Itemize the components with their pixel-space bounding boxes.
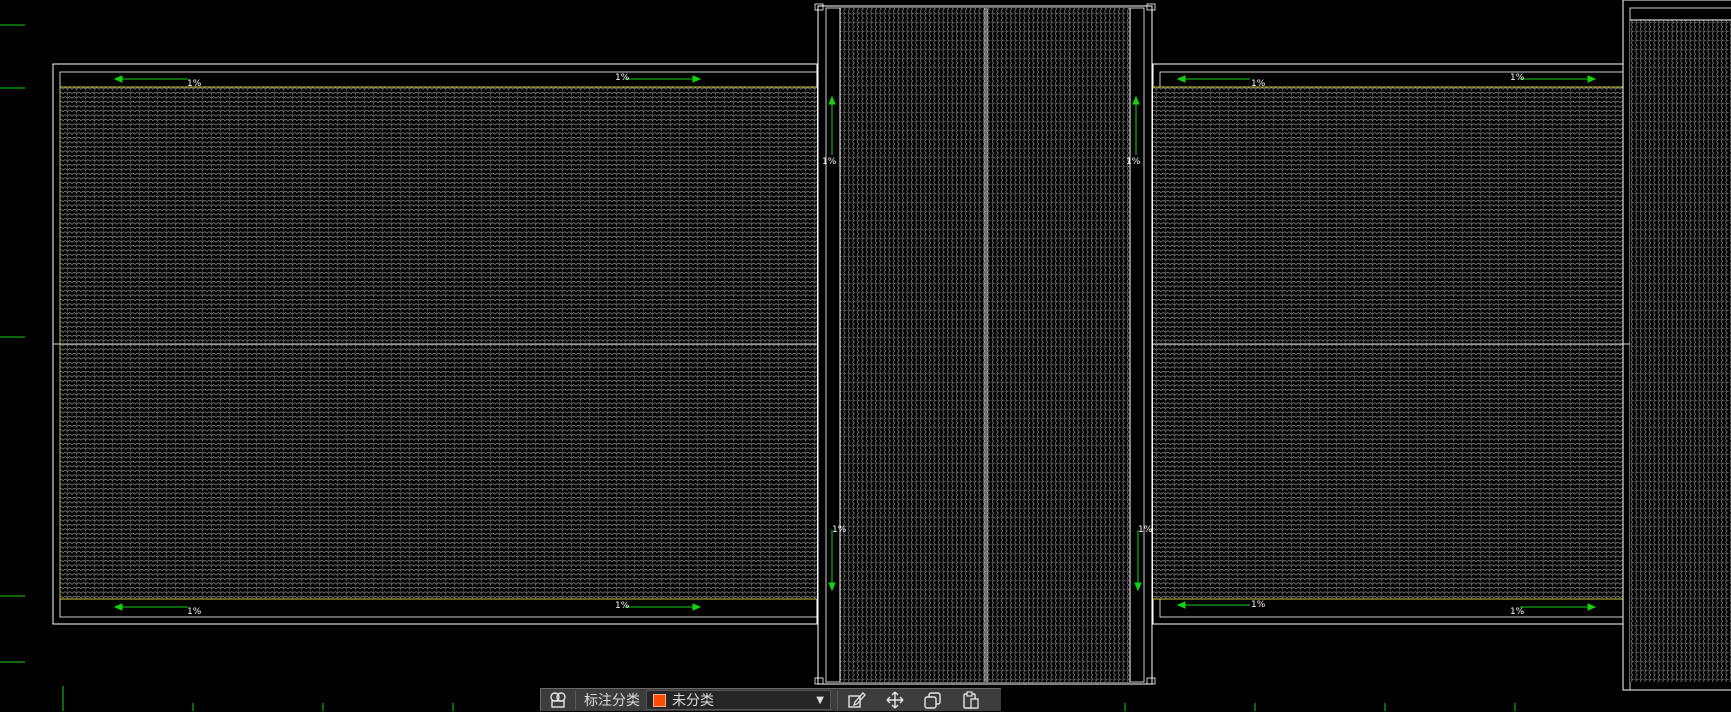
left-ruler-ticks: [0, 24, 25, 663]
category-value: 未分类: [672, 693, 714, 709]
edit-icon: [848, 692, 866, 708]
paste-icon: [963, 691, 979, 709]
paste-button[interactable]: [952, 689, 990, 712]
slope-label: 1%: [615, 601, 630, 611]
cad-drawing-canvas[interactable]: 1% 1% 1% 1% 1% 1% 1% 1% 1% 1% 1% 1%: [0, 0, 1731, 711]
move-icon: [886, 691, 904, 709]
middle-slab: [814, 3, 1156, 685]
category-color-swatch: [653, 693, 666, 707]
annotation-style-icon[interactable]: [541, 689, 575, 712]
slope-label: 1%: [1138, 525, 1153, 535]
move-button[interactable]: [876, 689, 914, 712]
slope-label: 1%: [187, 79, 202, 89]
slope-label: 1%: [1251, 600, 1266, 610]
slope-label: 1%: [1510, 607, 1525, 617]
slope-label: 1%: [832, 525, 847, 535]
copy-button[interactable]: [914, 689, 952, 712]
category-label: 标注分类: [584, 693, 640, 709]
edit-button[interactable]: [838, 689, 876, 712]
chevron-down-icon: ▼: [816, 694, 824, 706]
slope-label: 1%: [822, 157, 837, 167]
category-dropdown[interactable]: 未分类 ▼: [646, 690, 831, 710]
left-slab: [52, 63, 818, 625]
annotation-toolbar: 标注分类 未分类 ▼: [540, 688, 1001, 711]
slope-label: 1%: [1510, 73, 1525, 83]
slope-label: 1%: [1126, 157, 1141, 167]
copy-icon: [924, 692, 941, 709]
slope-label: 1%: [615, 73, 630, 83]
slope-label: 1%: [1251, 79, 1266, 89]
far-right-slab: [1622, 0, 1731, 691]
slope-label: 1%: [187, 607, 202, 617]
